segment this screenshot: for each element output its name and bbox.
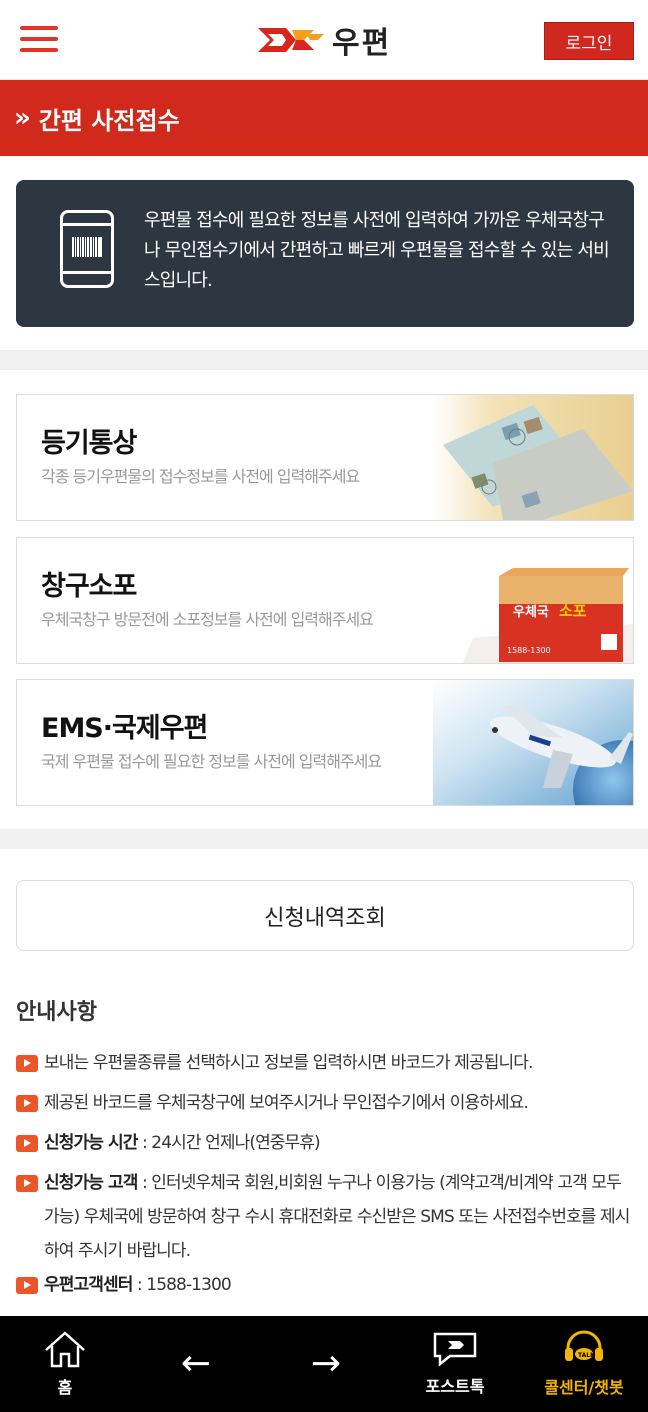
bullet-arrow-icon [16, 1135, 38, 1152]
service-card-registered-mail[interactable]: 등기통상 각종 등기우편물의 접수정보를 사전에 입력해주세요 [16, 394, 634, 521]
notice-text: 제공된 바코드를 우체국창구에 보여주시거나 무인접수기에서 이용하세요. [44, 1093, 529, 1113]
parcel-box-phone: 1588-1300 [507, 646, 551, 655]
notice-label: 신청가능 시간 [44, 1133, 138, 1153]
application-history-lookup-button[interactable]: 신청내역조회 [16, 880, 634, 951]
service-card-subtitle: 각종 등기우편물의 접수정보를 사전에 입력해주세요 [41, 467, 360, 486]
envelopes-stamps-image [433, 395, 633, 520]
service-intro-box: 우편물 접수에 필요한 정보를 사전에 입력하여 가까운 우체국창구나 무인접수… [16, 180, 634, 327]
korea-post-logo[interactable]: 우편 [256, 20, 392, 61]
page-title: 간편 사전접수 [38, 106, 180, 135]
post-logo-icon [258, 28, 324, 52]
logo-text: 우편 [332, 26, 392, 61]
nav-back-button[interactable]: ← [158, 1316, 234, 1412]
forward-arrow-icon: → [310, 1343, 342, 1384]
notice-label: 신청가능 고객 [44, 1173, 138, 1193]
nav-forward-button[interactable]: → [288, 1316, 364, 1412]
parcel-box-image: 우체국 소포 1588-1300 [433, 538, 633, 663]
chat-bubble-icon [433, 1332, 477, 1367]
tablet-barcode-icon [60, 210, 114, 288]
page-title-bar: » 간편 사전접수 [0, 80, 648, 156]
parcel-box-brand: 우체국 [513, 605, 549, 620]
bullet-arrow-icon [16, 1055, 38, 1072]
notice-text: : 24시간 언제나(연중무휴) [137, 1133, 321, 1153]
nav-posttalk-label: 포스트톡 [425, 1377, 485, 1396]
service-description: 우편물 접수에 필요한 정보를 사전에 입력하여 가까운 우체국창구나 무인접수… [144, 210, 610, 291]
login-button[interactable]: 로그인 [544, 22, 634, 60]
section-divider [0, 829, 648, 849]
service-card-subtitle: 우체국창구 방문전에 소포정보를 사전에 입력해주세요 [41, 610, 374, 629]
notice-item: 제공된 바코드를 우체국창구에 보여주시거나 무인접수기에서 이용하세요. [16, 1086, 638, 1120]
section-divider [0, 350, 648, 370]
nav-posttalk-button[interactable]: 포스트톡 [410, 1316, 500, 1412]
service-card-title: 창구소포 [41, 571, 137, 602]
notice-item: 신청가능 시간 : 24시간 언제나(연중무휴) [16, 1126, 638, 1160]
app-header: 우편 로그인 [0, 0, 648, 80]
nav-home-label: 홈 [57, 1378, 73, 1397]
back-arrow-icon: ← [180, 1343, 212, 1384]
svg-text:TALK: TALK [578, 1352, 595, 1359]
service-card-ems-international[interactable]: EMS·국제우편 국제 우편물 접수에 필요한 정보를 사전에 입력해주세요 [16, 679, 634, 806]
parcel-box-label: 소포 [559, 602, 587, 620]
bullet-arrow-icon [16, 1277, 38, 1294]
service-card-subtitle: 국제 우편물 접수에 필요한 정보를 사전에 입력해주세요 [41, 752, 382, 771]
headset-icon: TALK [565, 1330, 603, 1361]
notice-heading: 안내사항 [16, 1000, 97, 1025]
double-chevron-icon: » [14, 103, 31, 133]
bullet-arrow-icon [16, 1175, 38, 1192]
service-card-parcel[interactable]: 창구소포 우체국창구 방문전에 소포정보를 사전에 입력해주세요 우체국 소포 … [16, 537, 634, 664]
notice-text: : 1588-1300 [132, 1275, 232, 1295]
airplane-globe-image [433, 680, 633, 805]
service-card-title: EMS·국제우편 [41, 713, 208, 744]
notice-item: 보내는 우편물종류를 선택하시고 정보를 입력하시면 바코드가 제공됩니다. [16, 1046, 638, 1080]
nav-callcenter-chatbot-button[interactable]: TALK 콜센터/챗봇 [530, 1316, 638, 1412]
service-card-title: 등기통상 [41, 428, 137, 459]
bullet-arrow-icon [16, 1095, 38, 1112]
notice-label: 우편고객센터 [44, 1275, 133, 1295]
hamburger-menu-icon[interactable] [20, 26, 58, 54]
home-icon [45, 1331, 85, 1368]
bottom-navigation-bar: 홈 ← → 포스트톡 TALK 콜센터/챗봇 [0, 1316, 648, 1412]
notice-text: 보내는 우편물종류를 선택하시고 정보를 입력하시면 바코드가 제공됩니다. [44, 1053, 533, 1073]
nav-callcenter-label: 콜센터/챗봇 [544, 1378, 624, 1397]
nav-home-button[interactable]: 홈 [24, 1316, 106, 1412]
notice-item: 신청가능 고객 : 인터넷우체국 회원,비회원 누구나 이용가능 (계약고객/비… [16, 1166, 638, 1268]
notice-item: 우편고객센터 : 1588-1300 [16, 1268, 638, 1302]
